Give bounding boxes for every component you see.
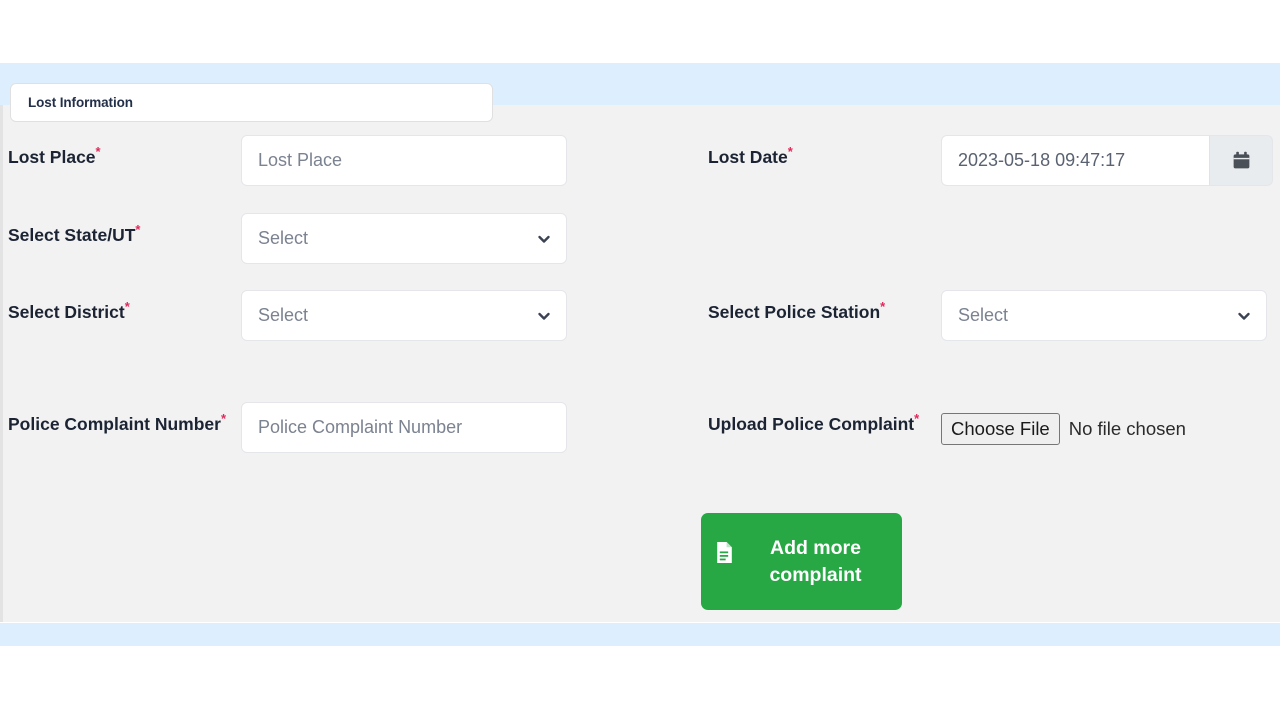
form-row-state: Select State/UT* Select: [0, 213, 1280, 264]
form-row-add-complaint: Add more complaint: [0, 513, 1280, 610]
required-asterisk: *: [880, 299, 886, 315]
form-row-district-station: Select District* Select Select Police St…: [0, 290, 1280, 341]
field-group-state: Select State/UT* Select: [0, 213, 700, 264]
select-state-value: Select: [258, 228, 309, 248]
add-more-complaint-label: Add more complaint: [769, 537, 862, 586]
label-lost-date-text: Lost Date: [708, 147, 788, 167]
select-police-station-value: Select: [958, 305, 1009, 325]
field-group-district: Select District* Select: [0, 290, 700, 341]
add-complaint-col: Add more complaint: [700, 513, 1280, 610]
label-select-district: Select District*: [0, 290, 241, 323]
required-asterisk: *: [124, 299, 130, 315]
label-select-police-station: Select Police Station*: [700, 290, 941, 323]
bottom-accent-band: [0, 623, 1280, 646]
field-group-state-spacer: [700, 213, 1280, 264]
required-asterisk: *: [220, 411, 227, 427]
file-lines-icon: [715, 541, 734, 564]
input-police-complaint-number[interactable]: Police Complaint Number: [241, 402, 567, 453]
field-group-lost-place: Lost Place* Lost Place: [0, 135, 700, 186]
lost-information-form-page: Lost Information Lost Place* Lost Place …: [0, 0, 1280, 720]
calendar-icon: [1233, 151, 1249, 169]
select-police-station[interactable]: Select: [941, 290, 1267, 341]
form-row-lost-place-date: Lost Place* Lost Place Lost Date* 2023-0…: [0, 135, 1280, 186]
label-upload-police-complaint-text: Upload Police Complaint: [708, 414, 915, 434]
file-input-upload-police-complaint[interactable]: Choose File No file chosen: [941, 402, 1186, 446]
label-select-state: Select State/UT*: [0, 213, 241, 246]
field-group-upload-complaint: Upload Police Complaint* Choose File No …: [700, 402, 1280, 453]
add-more-complaint-button[interactable]: Add more complaint: [701, 513, 902, 610]
required-asterisk: *: [914, 411, 920, 427]
datetime-group-lost-date: 2023-05-18 09:47:17: [941, 135, 1273, 186]
label-police-complaint-number-text: Police Complaint Number: [8, 414, 221, 434]
chevron-down-icon: [1238, 312, 1250, 320]
input-lost-place-placeholder: Lost Place: [258, 150, 343, 170]
file-lines-icon-svg: [717, 542, 732, 563]
label-lost-place-text: Lost Place: [8, 147, 96, 167]
tab-lost-information[interactable]: Lost Information: [10, 83, 493, 122]
input-police-complaint-number-placeholder: Police Complaint Number: [258, 417, 463, 437]
form-row-complaint-upload: Police Complaint Number* Police Complain…: [0, 402, 1280, 453]
field-group-lost-date: Lost Date* 2023-05-18 09:47:17: [700, 135, 1280, 186]
label-select-district-text: Select District: [8, 302, 125, 322]
choose-file-button[interactable]: Choose File: [941, 413, 1060, 446]
tab-lost-information-label: Lost Information: [28, 95, 133, 110]
label-select-police-station-text: Select Police Station: [708, 302, 881, 322]
add-complaint-spacer: [0, 513, 700, 610]
label-lost-place: Lost Place*: [0, 135, 241, 168]
chevron-down-icon: [538, 235, 550, 243]
label-upload-police-complaint: Upload Police Complaint*: [700, 402, 941, 435]
input-lost-date[interactable]: 2023-05-18 09:47:17: [941, 135, 1209, 186]
chevron-down-icon: [538, 312, 550, 320]
label-select-state-text: Select State/UT: [8, 225, 136, 245]
required-asterisk: *: [95, 144, 101, 160]
field-group-police-station: Select Police Station* Select: [700, 290, 1280, 341]
label-lost-date: Lost Date*: [700, 135, 941, 168]
input-lost-place[interactable]: Lost Place: [241, 135, 567, 186]
select-state[interactable]: Select: [241, 213, 567, 264]
required-asterisk: *: [787, 144, 793, 160]
select-district-value: Select: [258, 305, 309, 325]
label-police-complaint-number: Police Complaint Number*: [0, 402, 241, 435]
calendar-picker-button[interactable]: [1209, 135, 1273, 186]
file-status-text: No file chosen: [1068, 418, 1186, 440]
required-asterisk: *: [135, 222, 141, 238]
input-lost-date-value: 2023-05-18 09:47:17: [958, 150, 1126, 170]
field-group-complaint-number: Police Complaint Number* Police Complain…: [0, 402, 700, 453]
select-district[interactable]: Select: [241, 290, 567, 341]
